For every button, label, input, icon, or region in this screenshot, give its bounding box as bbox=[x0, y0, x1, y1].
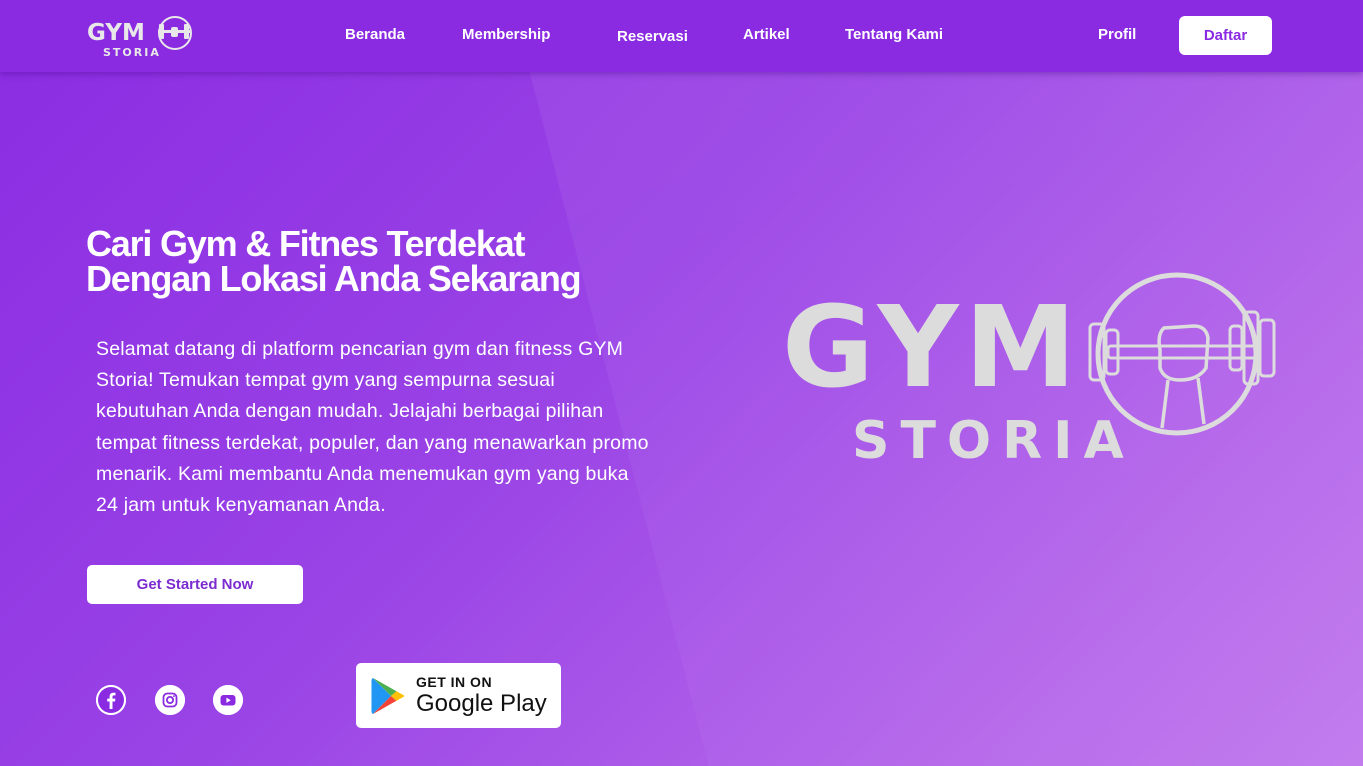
hero-description-line: 24 jam untuk kenyamanan Anda. bbox=[96, 494, 386, 517]
google-play-main-text: Google Play bbox=[416, 689, 547, 717]
instagram-icon[interactable] bbox=[155, 685, 185, 715]
google-play-top-text: GET IN ON bbox=[416, 673, 493, 690]
svg-text:GYM: GYM bbox=[87, 20, 145, 46]
nav-profil[interactable]: Profil bbox=[1098, 26, 1136, 43]
hero-description-line: Storia! Temukan tempat gym yang sempurna… bbox=[96, 369, 555, 392]
hero-description: Selamat datang di platform pencarian gym… bbox=[96, 334, 746, 521]
svg-text:STORIA: STORIA bbox=[103, 46, 161, 59]
hero-gymstoria-logo: GYM STORIA bbox=[782, 272, 1276, 468]
hero-title-line1: Cari Gym & Fitnes Terdekat bbox=[86, 223, 525, 264]
signup-button[interactable]: Daftar bbox=[1179, 16, 1272, 55]
hero-title: Cari Gym & Fitnes Terdekat Dengan Lokasi… bbox=[86, 223, 726, 299]
get-started-button[interactable]: Get Started Now bbox=[87, 565, 303, 604]
youtube-icon[interactable] bbox=[213, 685, 243, 715]
nav-beranda[interactable]: Beranda bbox=[345, 26, 405, 43]
hero-description-line: kebutuhan Anda dengan mudah. Jelajahi be… bbox=[96, 400, 604, 423]
hero-description-line: tempat fitness terdekat, populer, dan ya… bbox=[96, 431, 649, 454]
hero-description-line: Selamat datang di platform pencarian gym… bbox=[96, 338, 624, 360]
google-play-icon bbox=[371, 677, 405, 714]
top-navbar: GYM STORIA Beranda Membership Reservasi … bbox=[0, 0, 1363, 72]
hero-logo-gym-text: GYM bbox=[782, 283, 1082, 413]
gymstoria-logo[interactable]: GYM STORIA bbox=[86, 14, 194, 60]
hero-title-line2: Dengan Lokasi Anda Sekarang bbox=[86, 258, 582, 299]
dumbbell-fist-icon bbox=[1088, 272, 1276, 436]
hero-logo-storia-text: STORIA bbox=[852, 411, 1135, 468]
facebook-icon[interactable] bbox=[96, 685, 126, 715]
nav-reservasi[interactable]: Reservasi bbox=[617, 28, 688, 45]
nav-artikel[interactable]: Artikel bbox=[743, 26, 790, 43]
nav-tentang-kami[interactable]: Tentang Kami bbox=[845, 26, 943, 43]
google-play-text: GET IN ON Google Play bbox=[416, 674, 547, 718]
nav-membership[interactable]: Membership bbox=[462, 26, 550, 43]
hero-description-line: menarik. Kami membantu Anda menemukan gy… bbox=[96, 462, 629, 485]
google-play-badge[interactable]: GET IN ON Google Play bbox=[356, 663, 561, 728]
